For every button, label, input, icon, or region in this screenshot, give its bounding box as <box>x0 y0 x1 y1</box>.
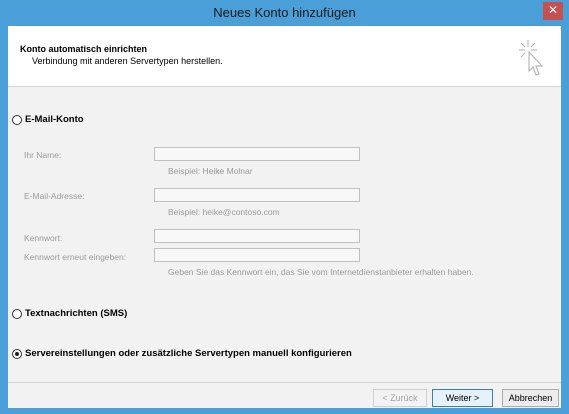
email-field[interactable] <box>154 188 360 202</box>
window-frame-bottom <box>0 408 569 414</box>
wizard-header: Konto automatisch einrichten Verbindung … <box>8 26 561 87</box>
sms-radio[interactable] <box>12 308 22 319</box>
cancel-button[interactable]: Abbrechen <box>502 389 559 407</box>
name-hint: Beispiel: Heike Molnar <box>168 166 253 176</box>
manual-config-option[interactable]: Servereinstellungen oder zusätzliche Ser… <box>12 348 352 359</box>
password-confirm-label: Kennwort erneut eingeben: <box>24 252 127 262</box>
window-frame-left <box>0 26 8 414</box>
sms-option[interactable]: Textnachrichten (SMS) <box>12 308 127 319</box>
close-button[interactable]: ✕ <box>543 2 563 20</box>
name-field[interactable] <box>154 147 360 161</box>
header-title: Konto automatisch einrichten <box>20 44 148 54</box>
manual-config-radio[interactable] <box>12 348 22 359</box>
window-title: Neues Konto hinzufügen <box>213 5 356 20</box>
password-field[interactable] <box>154 229 360 243</box>
window-frame-right <box>561 26 569 414</box>
password-hint: Geben Sie das Kennwort ein, das Sie vom … <box>168 267 474 277</box>
password-confirm-field[interactable] <box>154 248 360 262</box>
title-bar: Neues Konto hinzufügen ✕ <box>0 0 569 26</box>
email-account-radio[interactable] <box>12 114 22 125</box>
header-subtitle: Verbindung mit anderen Servertypen herst… <box>32 56 223 66</box>
next-button[interactable]: Weiter > <box>432 389 493 407</box>
sms-label: Textnachrichten (SMS) <box>25 308 128 319</box>
email-hint: Beispiel: heike@contoso.com <box>168 207 280 217</box>
email-account-label: E-Mail-Konto <box>25 114 84 125</box>
back-button[interactable]: < Zurück <box>373 389 427 407</box>
click-cursor-icon <box>519 40 544 76</box>
email-label: E-Mail-Adresse: <box>24 191 85 201</box>
password-label: Kennwort: <box>24 233 63 243</box>
manual-config-label: Servereinstellungen oder zusätzliche Ser… <box>25 348 352 359</box>
email-account-option[interactable]: E-Mail-Konto <box>12 114 84 125</box>
name-label: Ihr Name: <box>24 150 62 160</box>
